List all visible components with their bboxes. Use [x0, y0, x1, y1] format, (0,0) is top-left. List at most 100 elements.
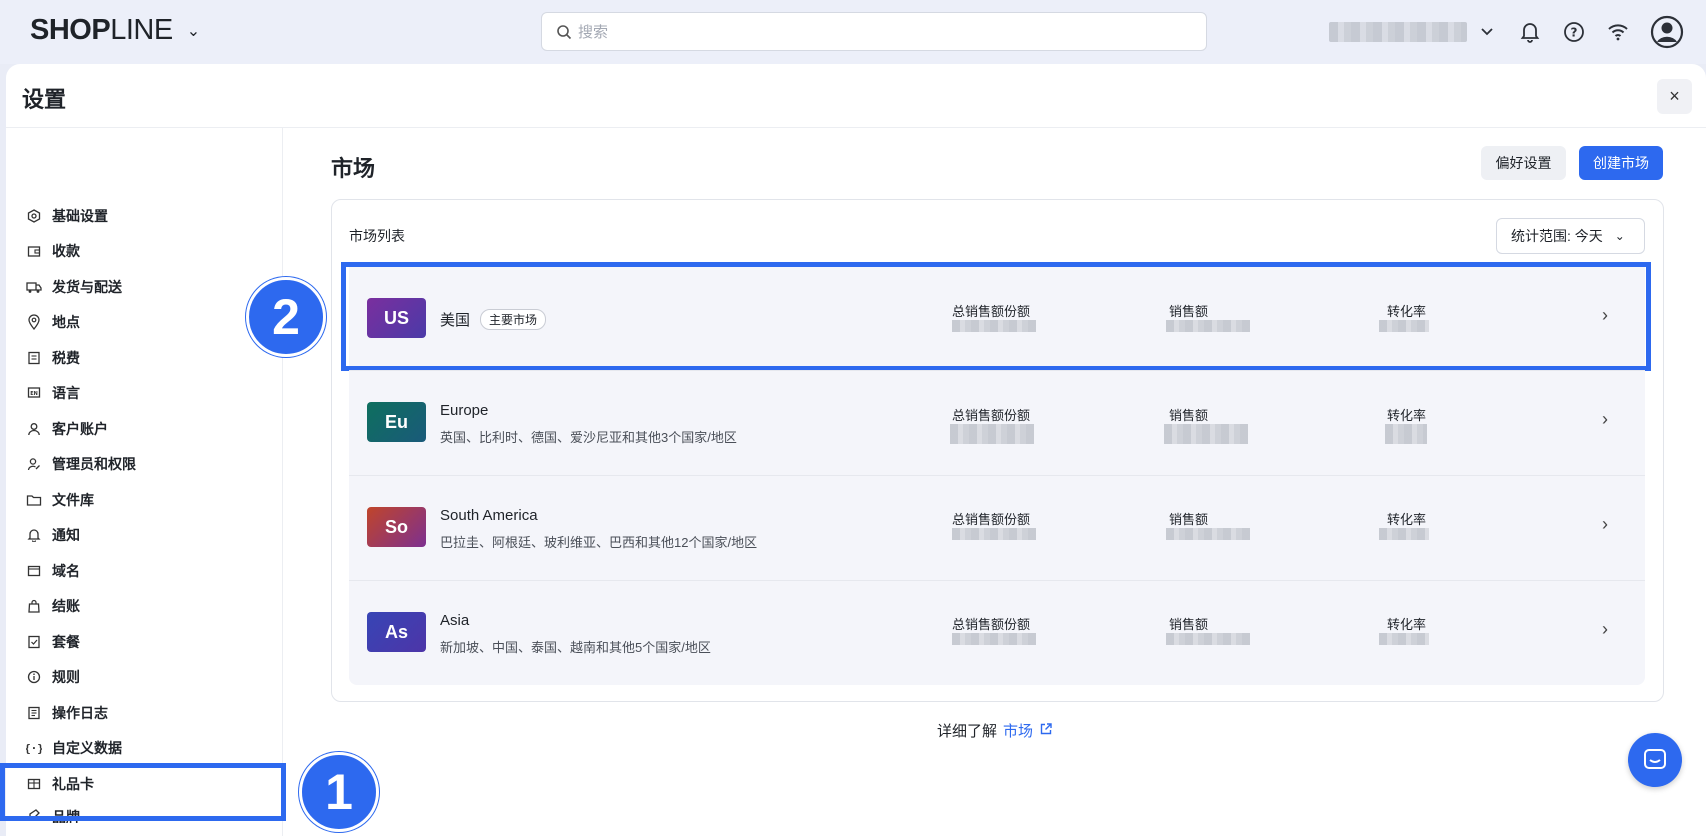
market-row-south-america[interactable]: So South America 巴拉圭、阿根廷、玻利维亚、巴西和其他12个国家… [349, 476, 1645, 580]
metric-value-share-blurred [952, 633, 1036, 645]
market-countries: 巴拉圭、阿根廷、玻利维亚、巴西和其他12个国家/地区 [440, 535, 758, 550]
metric-label-conversion: 转化率 [1387, 408, 1427, 423]
sidebar-item-files[interactable]: 文件库 [26, 488, 94, 512]
metric-label-share: 总销售额份额 [952, 512, 1031, 527]
sidebar-item-shipping[interactable]: 发货与配送 [26, 275, 122, 299]
learn-more-text: 详细了解 [937, 723, 998, 740]
create-market-button[interactable]: 创建市场 [1579, 146, 1663, 180]
custom-data-icon: {·} [26, 740, 42, 756]
metric-label-conversion: 转化率 [1387, 617, 1427, 632]
folder-icon [26, 492, 42, 508]
step-badge-1: 1 [299, 752, 379, 832]
chevron-right-icon: › [1602, 619, 1608, 639]
metric-label-sales: 销售额 [1169, 408, 1209, 423]
us-row-highlight-box [341, 262, 1651, 371]
sidebar-item-basic-settings[interactable]: 基础设置 [26, 204, 108, 228]
chevron-right-icon: › [1602, 514, 1608, 534]
search-placeholder: 搜索 [578, 24, 609, 41]
market-avatar-eu: Eu [367, 402, 426, 442]
market-name: Europe [440, 402, 489, 419]
metric-value-conversion-blurred [1379, 633, 1429, 645]
market-countries: 英国、比利时、德国、爱沙尼亚和其他3个国家/地区 [440, 430, 737, 445]
close-button[interactable]: × [1657, 79, 1692, 114]
account-chevron-icon[interactable] [1474, 19, 1500, 45]
markets-highlight-box [0, 763, 286, 821]
bell-icon [26, 527, 42, 543]
shopline-logo[interactable]: SH O P LINE ⌄ [30, 14, 200, 47]
sidebar-item-rules[interactable]: 规则 [26, 665, 80, 689]
settings-hex-icon [26, 208, 42, 224]
search-icon [557, 24, 572, 39]
plan-icon [26, 634, 42, 650]
sidebar-item-payments[interactable]: 收款 [26, 239, 80, 263]
preferences-button[interactable]: 偏好设置 [1481, 146, 1566, 180]
sidebar-item-custom-data[interactable]: {·} 自定义数据 [26, 736, 122, 760]
sidebar-item-notifications[interactable]: 通知 [26, 523, 80, 547]
top-bar: SH O P LINE ⌄ 搜索 ? [0, 0, 1706, 64]
metric-value-sales-blurred [1166, 633, 1250, 645]
metric-label-share: 总销售额份额 [952, 408, 1031, 423]
learn-more: 详细了解 市场 [937, 720, 1053, 741]
sidebar-item-activity-log[interactable]: 操作日志 [26, 701, 108, 725]
chevron-right-icon: › [1602, 409, 1608, 429]
wallet-icon [26, 243, 42, 259]
info-icon [26, 669, 42, 685]
sidebar-item-taxes[interactable]: 税费 [26, 346, 80, 370]
svg-text:{·}: {·} [26, 742, 42, 755]
user-icon [26, 421, 42, 437]
market-avatar-so: So [367, 507, 426, 547]
market-list-title: 市场列表 [349, 228, 405, 244]
learn-more-link[interactable]: 市场 [1003, 720, 1033, 741]
sidebar-item-admins-permissions[interactable]: 管理员和权限 [26, 452, 136, 476]
help-icon[interactable]: ? [1561, 19, 1587, 45]
chat-icon [1644, 749, 1666, 769]
metric-label-sales: 销售额 [1169, 617, 1209, 632]
page-title: 设置 [22, 87, 67, 112]
sidebar-item-languages[interactable]: EN 语言 [26, 381, 80, 405]
metric-label-conversion: 转化率 [1387, 512, 1427, 527]
sidebar-item-locations[interactable]: 地点 [26, 310, 80, 334]
metric-value-share-blurred [950, 424, 1034, 444]
chat-support-button[interactable] [1628, 733, 1682, 787]
truck-icon [26, 279, 42, 295]
tax-doc-icon [26, 350, 42, 366]
bell-icon[interactable] [1517, 19, 1543, 45]
admin-icon [26, 456, 42, 472]
account-name-blurred[interactable] [1329, 22, 1467, 42]
sidebar-item-plans[interactable]: 套餐 [26, 630, 80, 654]
sidebar-item-checkout[interactable]: 结账 [26, 594, 80, 618]
stats-range-select[interactable]: 统计范围: 今天 ⌄ [1496, 218, 1645, 254]
svg-text:?: ? [1571, 26, 1578, 40]
metric-value-share-blurred [952, 528, 1036, 540]
market-countries: 新加坡、中国、泰国、越南和其他5个国家/地区 [440, 640, 711, 655]
external-link-icon[interactable] [1039, 722, 1053, 740]
language-icon: EN [26, 385, 42, 401]
metric-value-sales-blurred [1166, 528, 1250, 540]
markets-title: 市场 [331, 156, 376, 181]
settings-header: 设置 × [6, 64, 1706, 128]
domain-icon [26, 563, 42, 579]
search-input[interactable]: 搜索 [541, 12, 1207, 51]
market-name: South America [440, 507, 538, 524]
step-badge-2: 2 [246, 277, 326, 357]
user-avatar-icon[interactable] [1650, 15, 1684, 49]
store-switcher-chevron-icon[interactable]: ⌄ [187, 21, 200, 41]
metric-value-conversion-blurred [1379, 528, 1429, 540]
market-avatar-as: As [367, 612, 426, 652]
location-pin-icon [26, 314, 42, 330]
sidebar-item-domains[interactable]: 域名 [26, 559, 80, 583]
settings-sidebar: 基础设置 收款 发货与配送 地点 税费 EN 语言 客户账户 管理员和权限 文件… [6, 128, 283, 836]
chevron-down-icon: ⌄ [1614, 229, 1625, 243]
market-row-asia[interactable]: As Asia 新加坡、中国、泰国、越南和其他5个国家/地区 总销售额份额 销售… [349, 581, 1645, 685]
metric-value-conversion-blurred [1385, 424, 1427, 444]
sidebar-item-customer-accounts[interactable]: 客户账户 [26, 417, 108, 441]
metric-value-sales-blurred [1164, 424, 1248, 444]
wifi-icon[interactable] [1605, 19, 1631, 45]
metric-label-sales: 销售额 [1169, 512, 1209, 527]
market-name: Asia [440, 612, 470, 629]
log-icon [26, 705, 42, 721]
metric-label-share: 总销售额份额 [952, 617, 1031, 632]
svg-text:EN: EN [30, 391, 38, 397]
market-row-europe[interactable]: Eu Europe 英国、比利时、德国、爱沙尼亚和其他3个国家/地区 总销售额份… [349, 371, 1645, 475]
bag-icon [26, 598, 42, 614]
